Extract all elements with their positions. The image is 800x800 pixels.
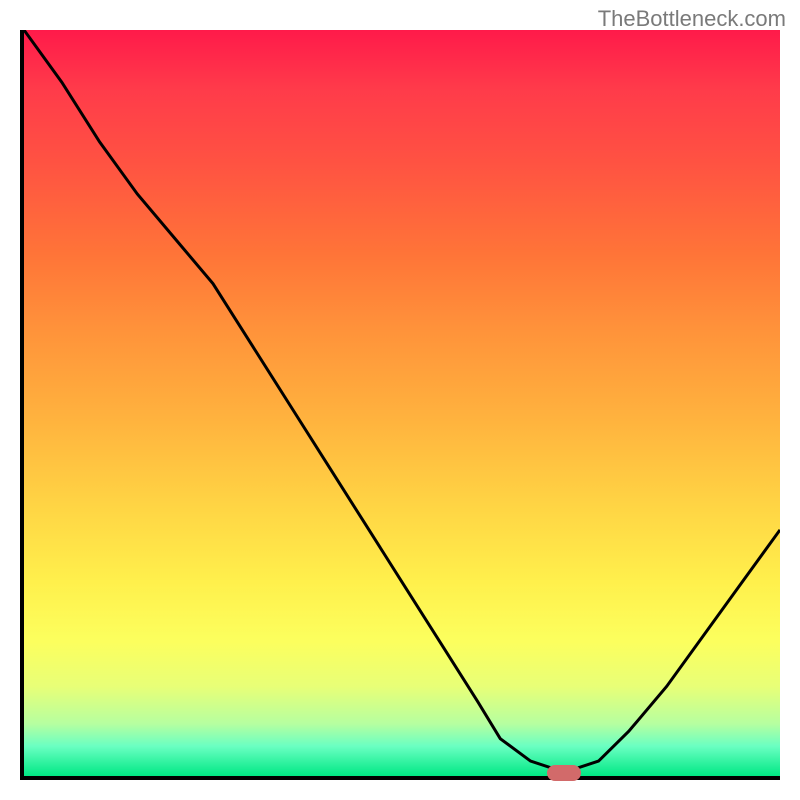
bottleneck-curve-line bbox=[24, 30, 780, 769]
chart-plot-area bbox=[20, 30, 780, 780]
chart-curve-svg bbox=[24, 30, 780, 776]
chart-optimal-marker bbox=[547, 765, 581, 781]
watermark-text: TheBottleneck.com bbox=[598, 6, 786, 32]
